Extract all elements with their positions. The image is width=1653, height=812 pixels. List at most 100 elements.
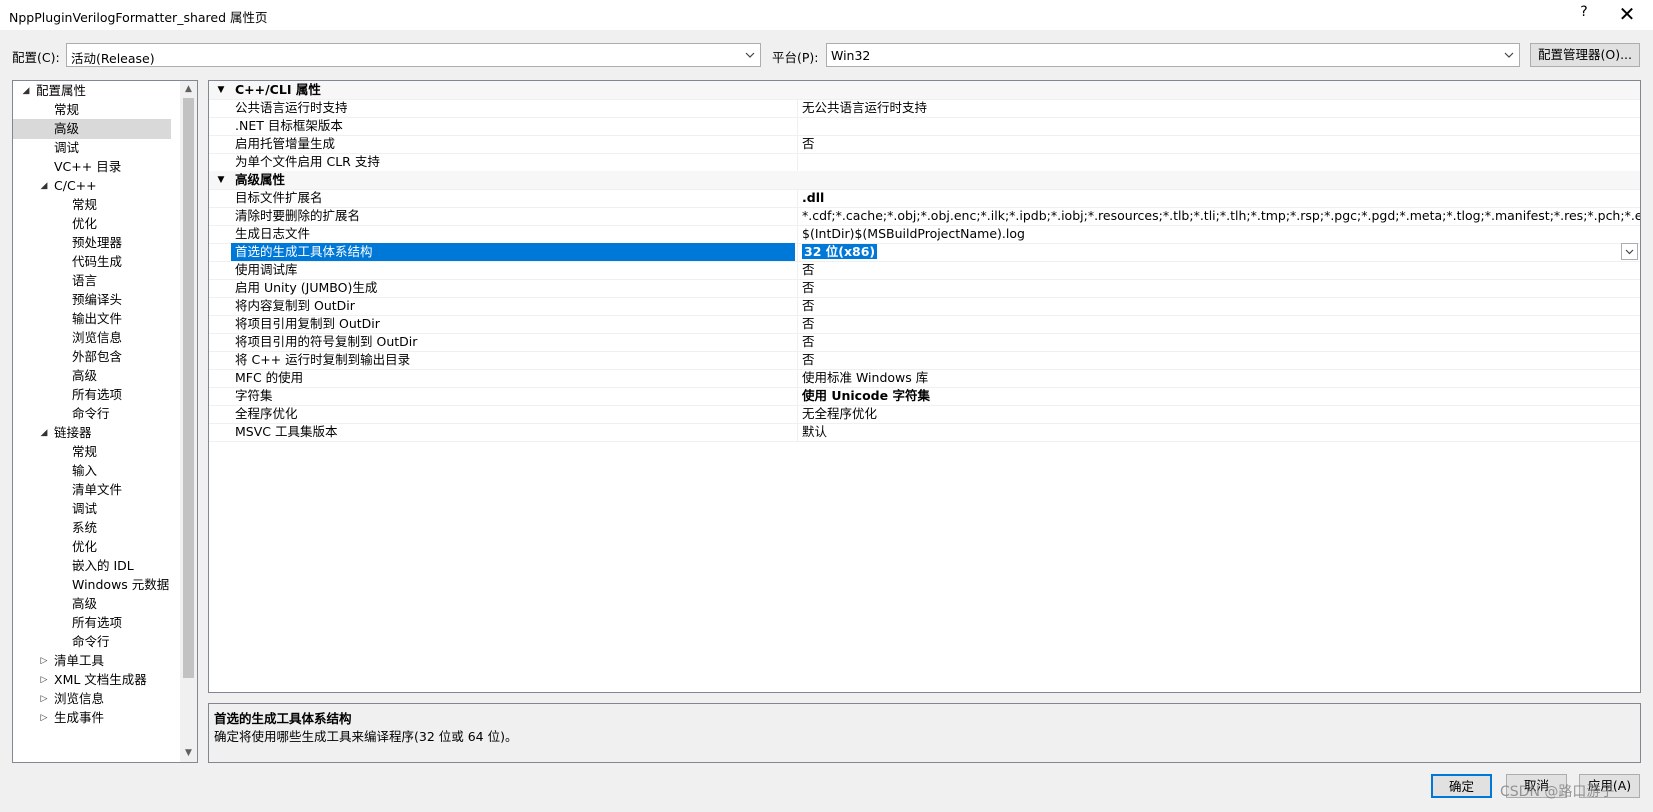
tree-item[interactable]: ▷ 清单工具	[13, 651, 171, 671]
property-row[interactable]: MSVC 工具集版本 默认	[209, 423, 1640, 442]
tree-item[interactable]: 预处理器	[13, 233, 171, 253]
scroll-up-icon[interactable]: ▲	[180, 81, 197, 98]
tree-item[interactable]: 输入	[13, 461, 171, 481]
tree-item[interactable]: 语言	[13, 271, 171, 291]
tree-item[interactable]: 命令行	[13, 404, 171, 424]
tree-item[interactable]: 高级	[13, 119, 171, 139]
property-value[interactable]: 32 位(x86)	[797, 243, 1640, 261]
scroll-thumb[interactable]	[183, 98, 194, 678]
scroll-down-icon[interactable]: ▼	[180, 745, 197, 762]
property-value[interactable]: 否	[797, 351, 1640, 369]
tree-item[interactable]: 调试	[13, 138, 171, 158]
property-value[interactable]: 无全程序优化	[797, 405, 1640, 423]
tree-item[interactable]: 常规	[13, 100, 171, 120]
tree-item[interactable]: VC++ 目录	[13, 157, 171, 177]
tree-item[interactable]: 高级	[13, 594, 171, 614]
tree-item-label: 调试	[54, 140, 80, 155]
property-row[interactable]: 为单个文件启用 CLR 支持	[209, 153, 1640, 172]
property-value[interactable]: 无公共语言运行时支持	[797, 99, 1640, 117]
property-value[interactable]: 否	[797, 135, 1640, 153]
help-button[interactable]: ?	[1574, 4, 1594, 26]
property-value[interactable]: 否	[797, 333, 1640, 351]
tree-item[interactable]: 优化	[13, 214, 171, 234]
tree-item[interactable]: 所有选项	[13, 385, 171, 405]
property-value[interactable]: $(IntDir)$(MSBuildProjectName).log	[797, 225, 1640, 243]
tree-item[interactable]: ◢ C/C++	[13, 176, 171, 196]
property-row[interactable]: 清除时要删除的扩展名 *.cdf;*.cache;*.obj;*.obj.enc;…	[209, 207, 1640, 226]
tree-item[interactable]: 预编译头	[13, 290, 171, 310]
tree-item[interactable]: 调试	[13, 499, 171, 519]
collapse-icon[interactable]: ▼	[215, 81, 227, 99]
collapse-icon[interactable]: ◢	[21, 81, 31, 101]
tree-item[interactable]: 命令行	[13, 632, 171, 652]
tree-item[interactable]: 系统	[13, 518, 171, 538]
tree-item[interactable]: 输出文件	[13, 309, 171, 329]
property-value[interactable]: 否	[797, 261, 1640, 279]
tree-item[interactable]: 外部包含	[13, 347, 171, 367]
ok-button[interactable]: 确定	[1431, 774, 1492, 798]
property-row[interactable]: 生成日志文件 $(IntDir)$(MSBuildProjectName).log	[209, 225, 1640, 244]
property-value-text: 否	[802, 136, 815, 151]
property-row[interactable]: 使用调试库 否	[209, 261, 1640, 280]
category-row[interactable]: ▼ C++/CLI 属性	[209, 81, 1640, 100]
property-value[interactable]: 使用标准 Windows 库	[797, 369, 1640, 387]
dropdown-button[interactable]	[1621, 243, 1638, 260]
property-name: 高级属性	[235, 172, 286, 187]
property-value[interactable]: *.cdf;*.cache;*.obj;*.obj.enc;*.ilk;*.ip…	[797, 207, 1640, 225]
collapse-icon[interactable]: ◢	[39, 176, 49, 196]
property-row[interactable]: 全程序优化 无全程序优化	[209, 405, 1640, 424]
property-name: 字符集	[235, 388, 273, 403]
tree-item[interactable]: ◢ 配置属性	[13, 81, 171, 101]
config-manager-button[interactable]: 配置管理器(O)...	[1530, 43, 1640, 67]
property-value[interactable]: 默认	[797, 423, 1640, 441]
tree-item[interactable]: ◢ 链接器	[13, 423, 171, 443]
expand-icon[interactable]: ▷	[39, 689, 49, 709]
category-row[interactable]: ▼ 高级属性	[209, 171, 1640, 190]
tree-item[interactable]: ▷ XML 文档生成器	[13, 670, 171, 690]
tree-item-label: 输入	[72, 463, 98, 478]
expand-icon[interactable]: ▷	[39, 708, 49, 728]
property-row[interactable]: 将内容复制到 OutDir 否	[209, 297, 1640, 316]
property-row[interactable]: 启用 Unity (JUMBO)生成 否	[209, 279, 1640, 298]
property-value[interactable]	[797, 153, 1640, 171]
tree-item[interactable]: 高级	[13, 366, 171, 386]
tree-item[interactable]: 所有选项	[13, 613, 171, 633]
property-row[interactable]: 首选的生成工具体系结构 32 位(x86)	[209, 243, 1640, 262]
tree-item[interactable]: 嵌入的 IDL	[13, 556, 171, 576]
tree-item[interactable]: 常规	[13, 442, 171, 462]
property-row[interactable]: 将 C++ 运行时复制到输出目录 否	[209, 351, 1640, 370]
platform-combo[interactable]: Win32	[826, 43, 1520, 67]
property-row[interactable]: 启用托管增量生成 否	[209, 135, 1640, 154]
tree-scrollbar[interactable]: ▲ ▼	[180, 81, 197, 762]
property-value[interactable]: 使用 Unicode 字符集	[797, 387, 1640, 405]
close-button[interactable]: ✕	[1614, 2, 1640, 28]
config-value: 活动(Release)	[71, 51, 155, 66]
tree-item[interactable]: ▷ 浏览信息	[13, 689, 171, 709]
property-row[interactable]: 字符集 使用 Unicode 字符集	[209, 387, 1640, 406]
property-name: 使用调试库	[235, 262, 298, 277]
config-combo[interactable]: 活动(Release)	[66, 43, 761, 67]
expand-icon[interactable]: ▷	[39, 670, 49, 690]
property-row[interactable]: 将项目引用的符号复制到 OutDir 否	[209, 333, 1640, 352]
tree-item-label: 语言	[72, 273, 98, 288]
tree-item[interactable]: ▷ 生成事件	[13, 708, 171, 728]
property-value[interactable]: 否	[797, 315, 1640, 333]
property-value[interactable]: .dll	[797, 189, 1640, 207]
property-row[interactable]: MFC 的使用 使用标准 Windows 库	[209, 369, 1640, 388]
tree-item[interactable]: Windows 元数据	[13, 575, 171, 595]
property-row[interactable]: 公共语言运行时支持 无公共语言运行时支持	[209, 99, 1640, 118]
property-value[interactable]: 否	[797, 279, 1640, 297]
property-row[interactable]: 将项目引用复制到 OutDir 否	[209, 315, 1640, 334]
tree-item[interactable]: 代码生成	[13, 252, 171, 272]
tree-item[interactable]: 浏览信息	[13, 328, 171, 348]
tree-item[interactable]: 清单文件	[13, 480, 171, 500]
tree-item[interactable]: 优化	[13, 537, 171, 557]
property-value[interactable]	[797, 117, 1640, 135]
property-row[interactable]: .NET 目标框架版本	[209, 117, 1640, 136]
property-value[interactable]: 否	[797, 297, 1640, 315]
expand-icon[interactable]: ▷	[39, 651, 49, 671]
property-row[interactable]: 目标文件扩展名 .dll	[209, 189, 1640, 208]
tree-item[interactable]: 常规	[13, 195, 171, 215]
collapse-icon[interactable]: ◢	[39, 423, 49, 443]
collapse-icon[interactable]: ▼	[215, 171, 227, 189]
